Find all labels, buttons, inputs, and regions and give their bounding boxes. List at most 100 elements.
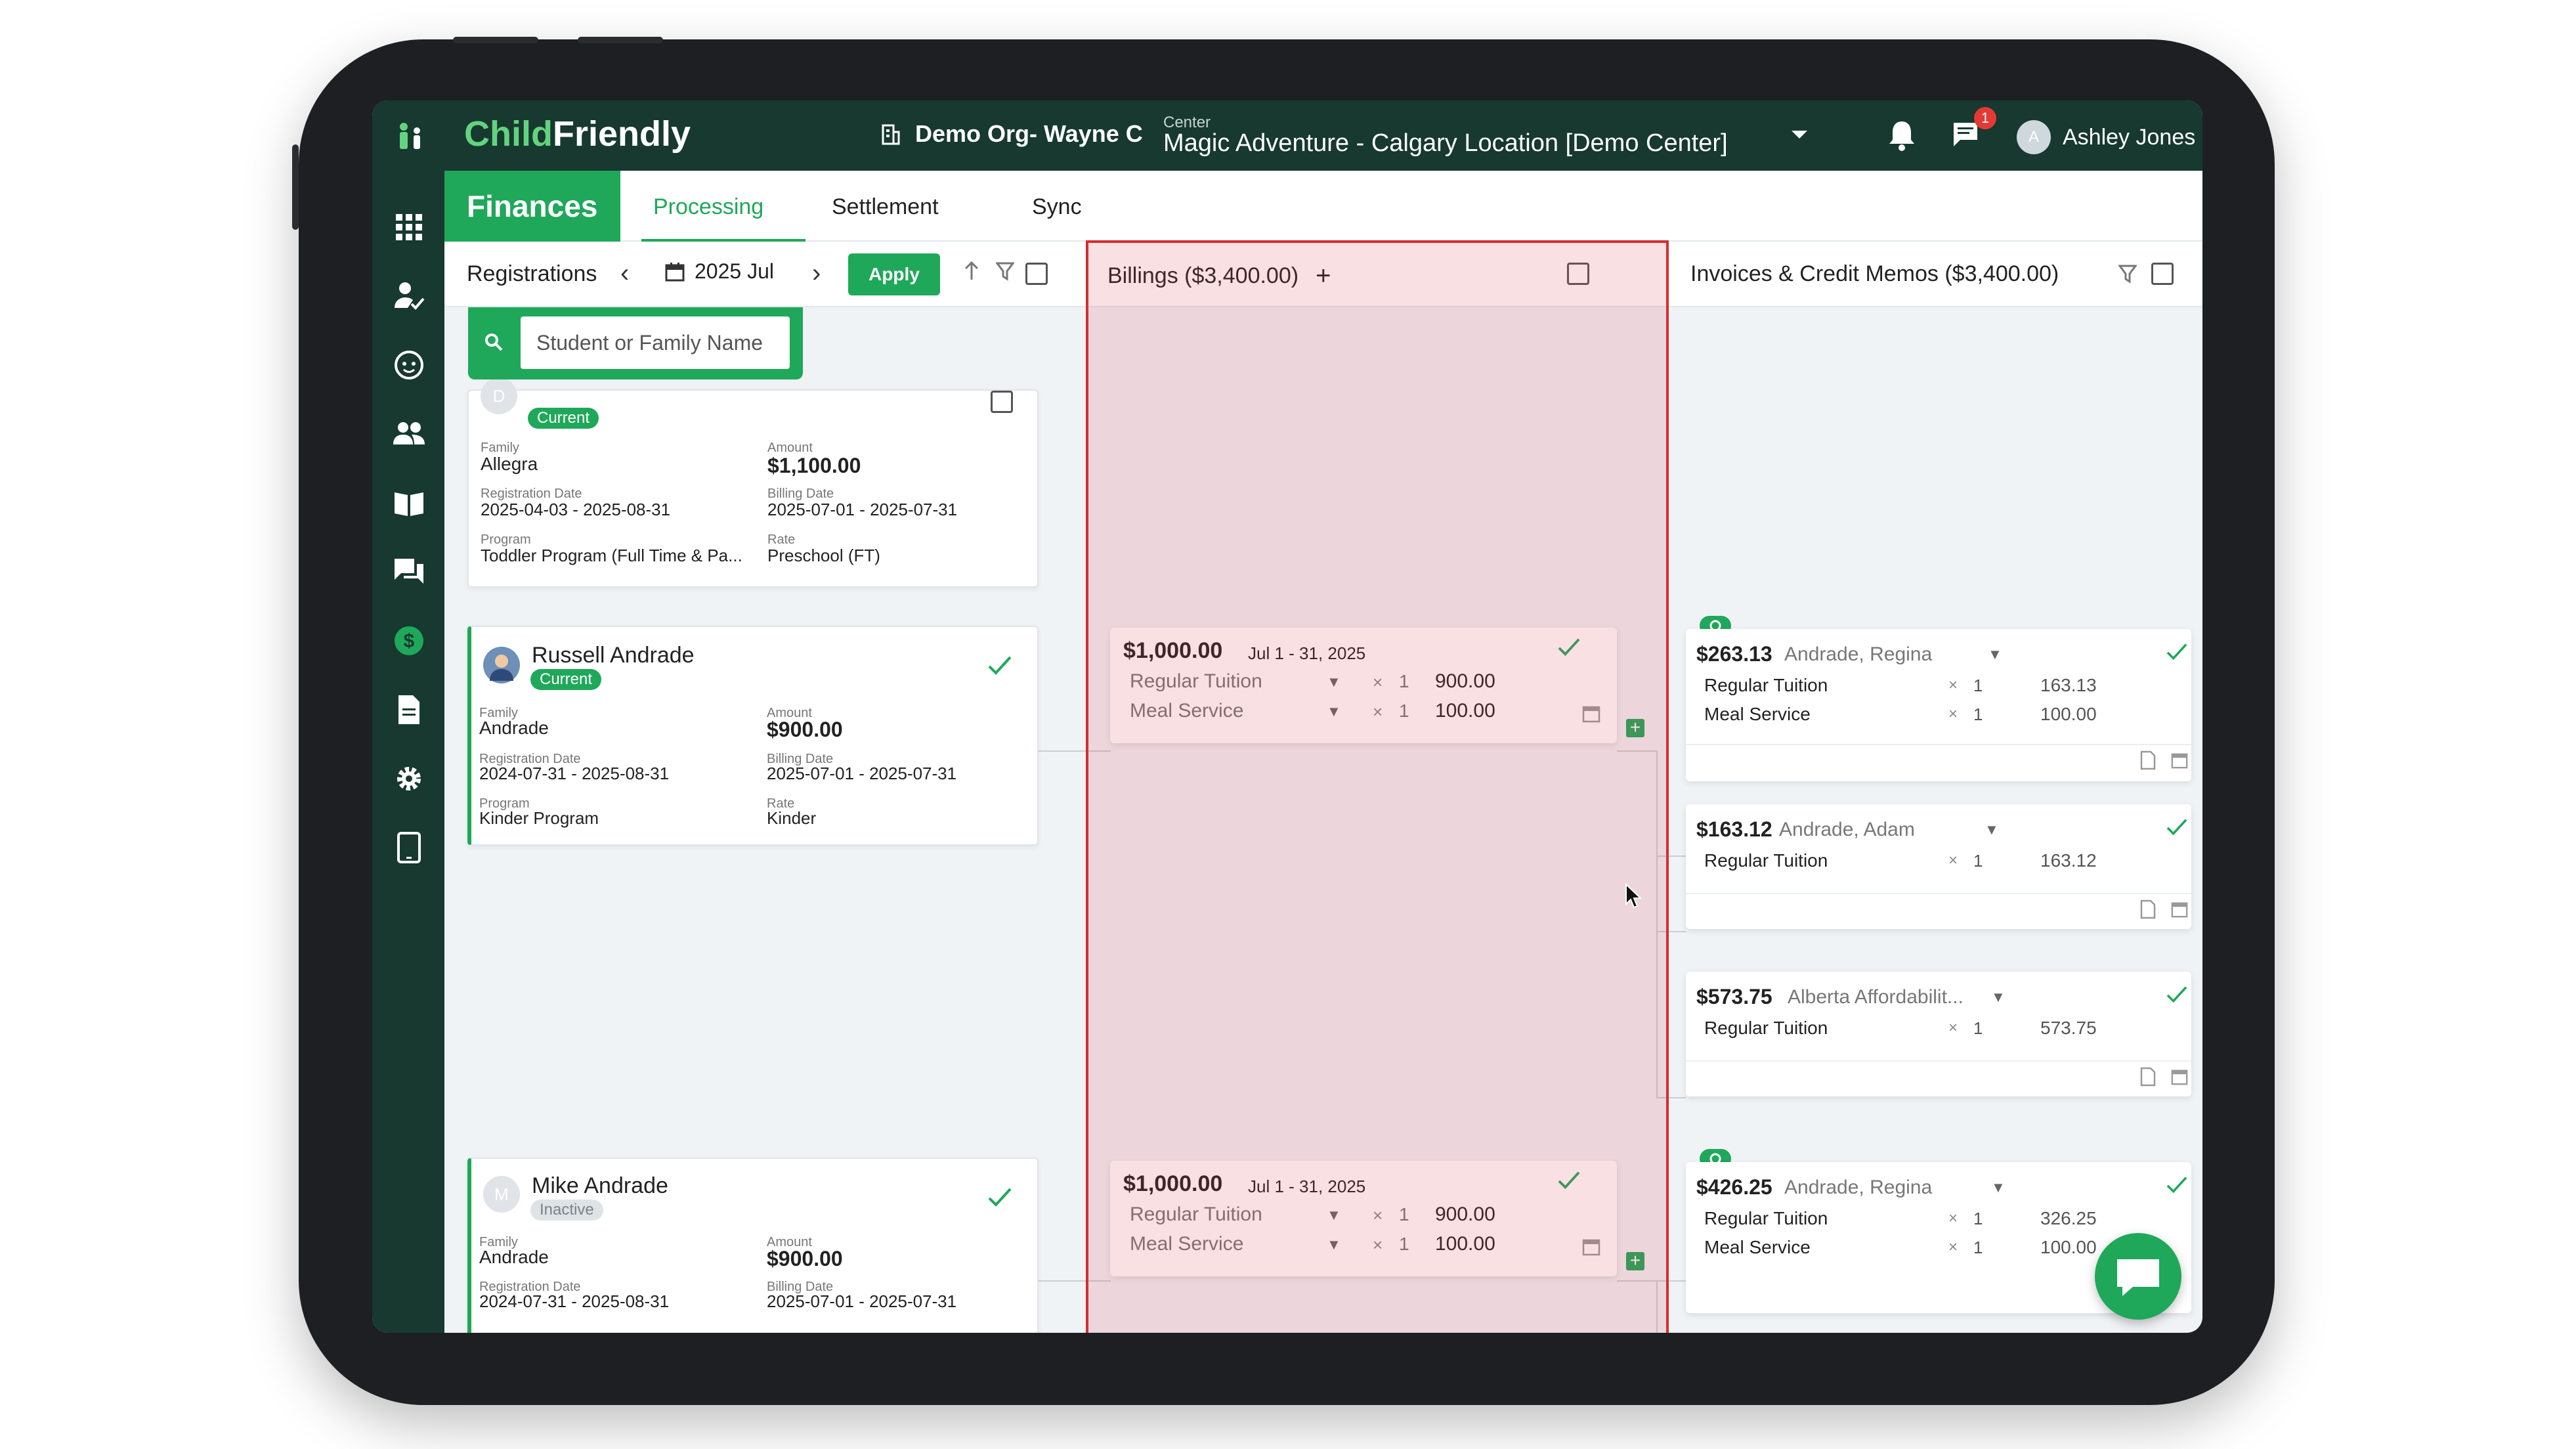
family-value: Andrade: [479, 1247, 549, 1267]
finance-tabs: Finances Processing Settlement Sync: [444, 171, 2202, 242]
filter-icon[interactable]: [2118, 264, 2137, 284]
chevron-down-icon[interactable]: ▼: [1991, 989, 2006, 1006]
chevron-down-icon[interactable]: ▼: [1991, 1179, 2006, 1196]
gear-icon: [397, 767, 421, 790]
add-line-button[interactable]: +: [1626, 1251, 1644, 1270]
filter-icon[interactable]: [996, 261, 1014, 281]
times-icon: ×: [1373, 1205, 1383, 1225]
billing-date-value: 2025-07-01 - 2025-07-31: [767, 764, 957, 783]
line-item-price[interactable]: 900.00: [1435, 1203, 1495, 1226]
times-icon: ×: [1373, 1235, 1383, 1255]
registration-card[interactable]: Russell Andrade Current Family Andrade A…: [467, 626, 1039, 846]
document-icon[interactable]: [2139, 1067, 2157, 1087]
add-billing-button[interactable]: +: [1316, 261, 1331, 291]
next-month-button[interactable]: ›: [812, 259, 821, 288]
calendar-icon[interactable]: [1581, 1237, 1601, 1257]
line-item-name: Meal Service: [1704, 704, 1811, 724]
invoice-card[interactable]: $263.13 Andrade, Regina ▼ Regular Tuitio…: [1686, 629, 2191, 781]
sidebar-item-families[interactable]: [392, 417, 426, 451]
invoices-header: Invoices & Credit Memos ($3,400.00): [1672, 242, 2202, 307]
chevron-down-icon[interactable]: ▼: [1985, 821, 1999, 838]
tab-finances[interactable]: Finances: [444, 171, 620, 242]
calendar-icon[interactable]: [1581, 704, 1601, 724]
dollar-icon: $: [395, 626, 423, 655]
chevron-down-icon[interactable]: ▼: [1327, 1236, 1341, 1253]
tab-processing[interactable]: Processing: [653, 194, 763, 220]
org-selector[interactable]: Demo Org- Wayne C: [881, 120, 1143, 148]
sidebar-item-settings[interactable]: [392, 762, 426, 796]
line-item-name: Regular Tuition: [1704, 675, 1828, 695]
invoice-payer[interactable]: Andrade, Regina: [1784, 643, 1932, 666]
chevron-down-icon[interactable]: ▼: [1988, 646, 2002, 663]
bell-icon[interactable]: [1887, 119, 1916, 152]
billing-card[interactable]: $1,000.00 Jul 1 - 31, 2025 Regular Tuiti…: [1110, 1161, 1617, 1276]
line-item-price[interactable]: 100.00: [1435, 700, 1495, 722]
select-all-billings-checkbox[interactable]: [1567, 263, 1589, 285]
sidebar-item-messages[interactable]: [392, 555, 426, 589]
sort-arrow-up-icon[interactable]: [963, 260, 980, 282]
calendar-icon[interactable]: [2170, 1067, 2189, 1087]
user-name[interactable]: Ashley Jones: [2063, 125, 2195, 150]
select-all-invoices-checkbox[interactable]: [2151, 263, 2174, 285]
registration-card[interactable]: D Current Family Allegra Amount $1,100.0…: [467, 378, 1039, 588]
sidebar-item-checkin[interactable]: [392, 279, 426, 313]
calendar-icon[interactable]: [2170, 899, 2189, 919]
billing-period: Jul 1 - 31, 2025: [1248, 643, 1366, 663]
line-item-price[interactable]: 100.00: [1435, 1233, 1495, 1255]
billing-card[interactable]: $1,000.00 Jul 1 - 31, 2025 Regular Tuiti…: [1110, 628, 1617, 743]
center-selector[interactable]: Magic Adventure - Calgary Location [Demo…: [1163, 129, 1728, 158]
sidebar-item-children[interactable]: [392, 348, 426, 382]
check-icon: [1558, 638, 1580, 657]
apply-button[interactable]: Apply: [848, 253, 940, 295]
search-input[interactable]: [521, 316, 790, 369]
tab-settlement[interactable]: Settlement: [832, 194, 939, 220]
line-item-qty[interactable]: 1: [1399, 1234, 1409, 1255]
chevron-down-icon[interactable]: ▼: [1327, 1207, 1341, 1224]
sidebar-item-apps[interactable]: [392, 210, 426, 244]
child-photo-icon: [490, 655, 513, 681]
sidebar-item-finances[interactable]: $: [392, 624, 426, 658]
times-icon: ×: [1948, 852, 1958, 869]
line-item-qty: 1: [1973, 851, 1983, 871]
registration-card[interactable]: M Mike Andrade Inactive Family Andrade A…: [467, 1157, 1039, 1333]
invoice-payer[interactable]: Alberta Affordabilit...: [1788, 986, 1964, 1008]
period-value: 2025 Jul: [695, 259, 774, 283]
document-icon[interactable]: [2139, 899, 2157, 919]
times-icon: ×: [1373, 702, 1383, 722]
times-icon: ×: [1373, 672, 1383, 692]
avatar: D: [481, 378, 517, 414]
registration-checkbox[interactable]: [991, 391, 1013, 413]
link-line: [1656, 750, 1658, 1098]
link-line: [1656, 1097, 1686, 1098]
chevron-down-icon[interactable]: [1790, 128, 1809, 141]
add-line-button[interactable]: +: [1626, 718, 1644, 737]
student-name[interactable]: Russell Andrade: [532, 643, 695, 668]
tab-sync[interactable]: Sync: [1032, 194, 1082, 220]
user-avatar[interactable]: A: [2017, 120, 2051, 154]
line-item-price[interactable]: 900.00: [1435, 670, 1495, 693]
chevron-down-icon[interactable]: ▼: [1327, 674, 1341, 691]
line-item-qty[interactable]: 1: [1399, 701, 1409, 722]
student-name[interactable]: Mike Andrade: [532, 1173, 668, 1199]
line-item-qty[interactable]: 1: [1399, 1204, 1409, 1225]
calendar-icon[interactable]: [2170, 750, 2189, 770]
select-all-registrations-checkbox[interactable]: [1025, 263, 1048, 285]
period-picker[interactable]: 2025 Jul: [664, 259, 774, 284]
billing-period: Jul 1 - 31, 2025: [1248, 1177, 1366, 1196]
prev-month-button[interactable]: ‹: [620, 259, 629, 288]
invoice-card[interactable]: $163.12 Andrade, Adam ▼ Regular Tuition …: [1686, 804, 2191, 929]
document-icon[interactable]: [2139, 750, 2157, 770]
invoice-amount: $426.25: [1696, 1175, 1772, 1199]
sidebar-item-learning[interactable]: [392, 486, 426, 520]
chevron-down-icon[interactable]: ▼: [1327, 703, 1341, 720]
status-badge: Current: [528, 408, 599, 429]
chat-button[interactable]: [2095, 1233, 2181, 1320]
sidebar-item-reports[interactable]: [392, 693, 426, 727]
sidebar-item-tablet[interactable]: [392, 831, 426, 865]
line-item-qty[interactable]: 1: [1399, 671, 1409, 692]
invoice-payer[interactable]: Andrade, Regina: [1784, 1177, 1932, 1199]
link-line: [1656, 1280, 1658, 1333]
rate-value: Kinder: [767, 808, 817, 828]
invoice-card[interactable]: $573.75 Alberta Affordabilit... ▼ Regula…: [1686, 972, 2191, 1096]
invoice-payer[interactable]: Andrade, Adam: [1779, 819, 1915, 841]
